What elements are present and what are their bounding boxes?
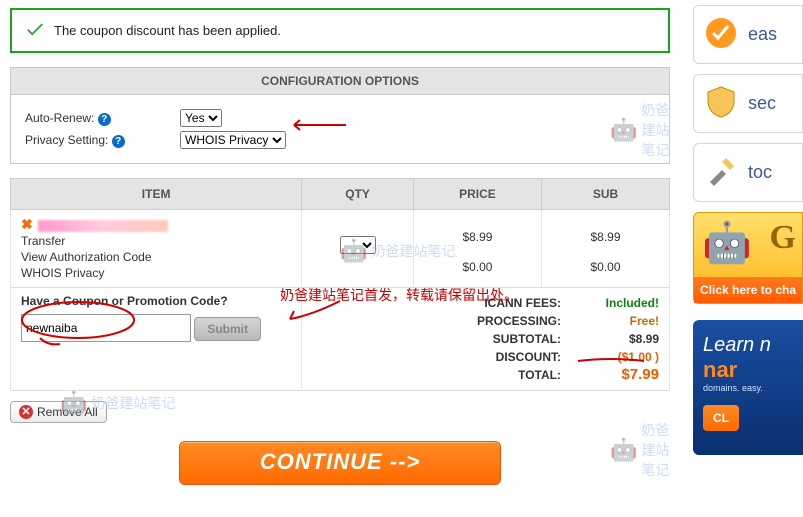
th-item: ITEM	[11, 179, 302, 210]
help-icon[interactable]: ?	[112, 135, 125, 148]
annotation-arrow	[288, 118, 348, 132]
line-whois: WHOIS Privacy	[21, 265, 291, 281]
config-title: CONFIGURATION OPTIONS	[11, 68, 669, 95]
learn-sub: domains. easy.	[703, 383, 793, 393]
check-icon	[24, 18, 46, 43]
sidebar-item-label: sec	[748, 93, 776, 114]
auto-renew-select[interactable]: Yes	[180, 109, 222, 127]
th-qty: QTY	[302, 179, 414, 210]
learn-cta-button[interactable]: CL	[703, 405, 739, 431]
promo-cta[interactable]: Click here to cha	[694, 277, 802, 303]
config-panel: CONFIGURATION OPTIONS Auto-Renew: ? Yes …	[10, 67, 670, 164]
promo-big-letter: G	[770, 219, 796, 257]
learn-title: Learn n	[703, 334, 793, 357]
discount-label: DISCOUNT:	[431, 348, 561, 366]
watermark: 🤖奶爸建站笔记	[610, 100, 680, 160]
remove-item-icon[interactable]: ✖	[21, 216, 33, 232]
sidebar-item-label: toc	[748, 162, 772, 183]
subtotal-value: $8.99	[579, 330, 659, 348]
processing-label: PROCESSING:	[431, 312, 561, 330]
total-value: $7.99	[579, 366, 659, 384]
th-price: PRICE	[413, 179, 541, 210]
promo-banner[interactable]: 🤖 G Click here to cha	[693, 212, 803, 304]
watermark: 🤖奶爸建站笔记	[610, 420, 680, 480]
sidebar-item-secure[interactable]: sec	[693, 74, 803, 133]
privacy-setting-select[interactable]: WHOIS Privacy	[180, 131, 286, 149]
remove-icon: ✕	[19, 405, 33, 419]
continue-button[interactable]: CONTINUE -->	[179, 441, 501, 485]
alert-text: The coupon discount has been applied.	[54, 23, 281, 38]
sub-whois: $0.00	[552, 260, 659, 274]
annotation-underline	[576, 355, 646, 367]
sidebar-item-easy[interactable]: eas	[693, 5, 803, 64]
sidebar-item-label: eas	[748, 24, 777, 45]
line-transfer: Transfer	[21, 233, 291, 249]
th-sub: SUB	[541, 179, 669, 210]
total-label: TOTAL:	[431, 366, 561, 384]
shield-icon	[704, 85, 738, 122]
processing-value: Free!	[579, 312, 659, 330]
tools-icon	[704, 154, 738, 191]
annotation-circle	[20, 300, 145, 348]
coupon-applied-alert: The coupon discount has been applied.	[10, 8, 670, 53]
annotation-arrow	[282, 297, 342, 325]
subtotal-label: SUBTOTAL:	[431, 330, 561, 348]
learn-more-banner[interactable]: Learn n nar domains. easy. CL	[693, 320, 803, 455]
watermark: 🤖奶爸建站笔记	[340, 238, 455, 264]
sub-transfer: $8.99	[552, 230, 659, 244]
promo-mascot: 🤖	[702, 219, 752, 266]
line-auth-code: View Authorization Code	[21, 249, 291, 265]
help-icon[interactable]: ?	[98, 113, 111, 126]
privacy-setting-label: Privacy Setting:	[25, 133, 108, 147]
learn-brand: nar	[703, 357, 793, 383]
sidebar-item-tools[interactable]: toc	[693, 143, 803, 202]
auto-renew-label: Auto-Renew:	[25, 111, 94, 125]
check-circle-icon	[704, 16, 738, 53]
watermark: 🤖奶爸建站笔记	[60, 390, 175, 416]
coupon-submit-button[interactable]: Submit	[194, 317, 261, 341]
icann-value: Included!	[579, 294, 659, 312]
redacted-domain	[38, 220, 168, 232]
